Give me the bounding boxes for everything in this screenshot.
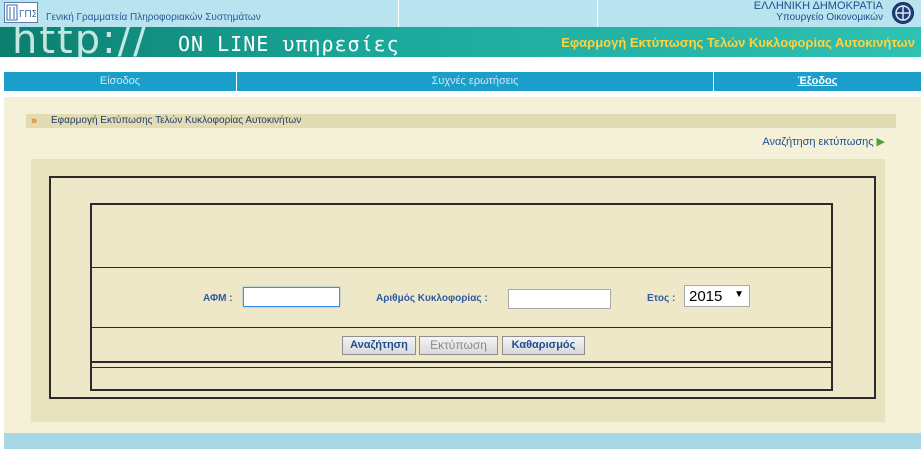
services-banner: http:// ON LINE υπηρεσίες Εφαρμογή Εκτύπ… bbox=[0, 27, 921, 57]
clear-button[interactable]: Καθαρισμός bbox=[502, 336, 585, 355]
row-divider bbox=[92, 367, 831, 368]
double-chevron-icon: » bbox=[31, 115, 37, 127]
government-label: ΕΛΛΗΝΙΚΗ ΔΗΜΟΚΡΑΤΙΑ Υπουργείο Οικονομικώ… bbox=[754, 0, 883, 24]
top-header: ΓΠΣ Γενική Γραμματεία Πληροφοριακών Συστ… bbox=[0, 0, 921, 27]
gsis-logo-icon: ΓΠΣ bbox=[4, 2, 38, 23]
banner-app-title: Εφαρμογή Εκτύπωσης Τελών Κυκλοφορίας Αυτ… bbox=[561, 35, 915, 50]
chevron-down-icon: ▼ bbox=[734, 289, 744, 300]
nav-item-faq[interactable]: Συχνές ερωτήσεις bbox=[237, 75, 713, 87]
section-header: » Εφαρμογή Εκτύπωσης Τελών Κυκλοφορίας Α… bbox=[26, 114, 896, 128]
afm-label: ΑΦΜ : bbox=[203, 293, 233, 304]
gov-line-2: Υπουργείο Οικονομικών bbox=[776, 12, 883, 23]
main-nav: Είσοδος Συχνές ερωτήσεις Έξοδος bbox=[4, 72, 921, 91]
year-select-value: 2015 bbox=[689, 288, 723, 305]
nav-item-logout[interactable]: Έξοδος bbox=[714, 75, 921, 87]
row-divider bbox=[92, 267, 831, 268]
search-print-link[interactable]: Αναζήτηση εκτύπωσης ▶ bbox=[762, 135, 885, 148]
banner-online-text: ON LINE υπηρεσίες bbox=[178, 32, 400, 56]
play-triangle-icon: ▶ bbox=[876, 136, 885, 148]
plate-label: Αριθμός Κυκλοφορίας : bbox=[376, 293, 488, 304]
org-name: Γενική Γραμματεία Πληροφοριακών Συστημάτ… bbox=[46, 12, 261, 23]
year-select[interactable]: 2015 ▼ bbox=[684, 285, 750, 307]
header-divider bbox=[398, 0, 399, 27]
row-divider bbox=[92, 327, 831, 328]
search-print-link-label[interactable]: Αναζήτηση εκτύπωσης bbox=[762, 136, 873, 148]
ministry-seal-icon bbox=[892, 2, 914, 24]
afm-input[interactable] bbox=[243, 287, 340, 307]
year-label: Ετος : bbox=[647, 293, 676, 304]
print-button[interactable]: Εκτύπωση bbox=[419, 336, 498, 355]
logo-text: ΓΠΣ bbox=[19, 9, 36, 20]
banner-http-text: http:// bbox=[12, 27, 149, 57]
nav-item-login[interactable]: Είσοδος bbox=[4, 75, 236, 87]
row-divider bbox=[92, 361, 831, 363]
plate-number-input[interactable] bbox=[508, 289, 611, 309]
search-button[interactable]: Αναζήτηση bbox=[342, 336, 416, 355]
section-title: Εφαρμογή Εκτύπωσης Τελών Κυκλοφορίας Αυτ… bbox=[51, 115, 302, 126]
footer-strip bbox=[4, 433, 921, 449]
gov-line-1: ΕΛΛΗΝΙΚΗ ΔΗΜΟΚΡΑΤΙΑ bbox=[753, 0, 883, 12]
header-divider bbox=[597, 0, 598, 27]
